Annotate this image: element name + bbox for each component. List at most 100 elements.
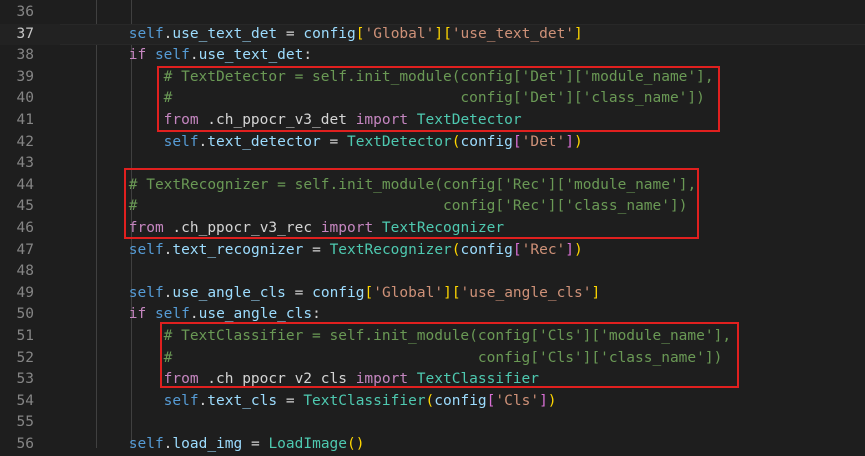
code-token: [ [512,133,522,150]
code-token: text_recognizer [172,241,304,258]
code-token: [ [443,25,452,42]
code-text: # TextClassifier = self.init_module(conf… [164,326,731,348]
code-token: = [242,436,269,452]
code-token: from [163,371,208,388]
code-text: self.text_detector = TextDetector(config… [164,132,583,154]
code-line[interactable]: 44 # TextRecognizer = self.init_module(co… [0,175,865,197]
code-token: = [277,25,304,42]
code-line[interactable]: 38 if self.use_text_det: [0,45,865,67]
code-token: TextRecognizer [329,241,452,258]
code-token: .ch_ppocr_v2_cls [207,371,356,388]
code-token: ) [574,241,583,258]
line-number: 41 [16,112,34,128]
code-token: 'use_angle_cls' [460,284,592,301]
code-token: from [128,220,173,236]
code-line[interactable]: 37 self.use_text_det = config['Global']['… [0,23,865,46]
code-token: TextDetector [416,112,522,128]
code-line[interactable]: 40 # config['Det']['class_name']) [0,88,865,110]
code-token: self [128,25,164,42]
code-token: from [163,112,208,128]
line-number: 38 [16,47,34,64]
code-line[interactable]: 51 # TextClassifier = self.init_module(co… [0,326,865,348]
line-number: 49 [16,284,34,301]
code-token: = [277,392,304,409]
code-line[interactable]: 49 self.use_angle_cls = config['Global'][… [0,283,865,305]
code-line[interactable]: 54 self.text_cls = TextClassifier(config[… [0,391,865,413]
code-token: use_angle_cls [172,284,286,301]
line-number: 36 [16,4,34,20]
code-token: : [312,306,321,323]
code-text: # TextDetector = self.init_module(config… [164,67,714,89]
code-line[interactable]: 48 [0,261,865,283]
code-text: # config['Cls']['class_name']) [164,348,723,370]
code-token: () [347,436,365,452]
line-number: 44 [16,176,34,193]
code-token: self [128,284,164,301]
code-line[interactable]: 43 [0,153,865,175]
code-token: # config['Cls']['class_name']) [163,349,723,366]
code-token: # TextRecognizer = self.init_module(conf… [128,176,697,193]
code-text: from .ch_ppocr_v3_det import TextDetecto… [164,110,522,132]
code-token: import [355,112,417,128]
code-token: if [128,306,155,323]
code-line[interactable]: 56 self.load_img = LoadImage() [0,434,865,456]
code-line[interactable]: 53 from .ch_ppocr_v2_cls import TextClass… [0,369,865,391]
code-line[interactable]: 52 # config['Cls']['class_name']) [0,348,865,370]
code-text: if self.use_text_det: [129,45,312,67]
code-token: . [198,392,208,409]
code-text: # config['Det']['class_name']) [164,88,705,110]
code-text: self.text_cls = TextClassifier(config['C… [164,391,557,413]
code-text: from .ch_ppocr_v2_cls import TextClassif… [164,369,539,391]
code-token: 'Cls' [495,392,540,409]
code-token: ] [434,25,444,42]
code-token: .ch_ppocr_v3_det [207,112,356,128]
code-token: LoadImage [268,436,348,452]
line-number: 53 [16,371,34,388]
code-token: .ch_ppocr_v3_rec [172,220,321,236]
code-token: [ [451,284,461,301]
code-token: # TextDetector = self.init_module(config… [163,68,714,85]
code-token: config [312,284,365,301]
line-number: 46 [16,220,34,236]
code-line[interactable]: 41 from .ch_ppocr_v3_det import TextDetec… [0,110,865,132]
line-number: 45 [16,198,34,215]
line-number: 40 [16,90,34,107]
code-token: . [189,306,199,323]
code-text: self.load_img = LoadImage() [129,434,365,456]
code-token: ) [574,133,583,150]
code-token: = [303,241,330,258]
code-line[interactable]: 50 if self.use_angle_cls: [0,304,865,326]
code-text: self.use_text_det = config['Global']['us… [129,24,583,46]
code-token: import [320,220,382,236]
code-line[interactable]: 42 self.text_detector = TextDetector(conf… [0,132,865,154]
code-token: config [434,392,487,409]
code-text: self.use_angle_cls = config['Global']['u… [129,283,600,305]
code-line[interactable]: 45 # config['Rec']['class_name']) [0,196,865,218]
code-line[interactable]: 47 self.text_recognizer = TextRecognizer(… [0,240,865,262]
code-token: self [128,241,164,258]
code-token: text_detector [207,133,321,150]
code-token: self [163,392,199,409]
code-editor[interactable]: 36 37 self.use_text_det = config['Global']… [0,0,865,452]
code-token: : [303,47,313,64]
line-number: 52 [16,349,34,366]
line-number: 43 [16,155,34,172]
code-text: self.text_recognizer = TextRecognizer(co… [129,240,583,262]
code-token: # config['Det']['class_name']) [163,90,705,107]
line-number: 48 [16,263,34,280]
code-token: config [303,25,356,42]
code-line[interactable]: 36 [0,2,865,24]
code-token: [ [512,241,522,258]
code-line[interactable]: 46 from .ch_ppocr_v3_rec import TextRecog… [0,218,865,240]
code-token: import [355,371,417,388]
code-line[interactable]: 55 [0,412,865,434]
code-text: # TextRecognizer = self.init_module(conf… [129,175,696,197]
code-token: load_img [172,436,243,452]
line-number: 56 [16,436,34,452]
code-token: ] [591,284,601,301]
line-number: 42 [16,133,34,150]
code-text: # config['Rec']['class_name']) [129,196,688,218]
code-line[interactable]: 39 # TextDetector = self.init_module(conf… [0,67,865,89]
code-token: TextRecognizer [381,220,505,236]
code-token: config [460,241,513,258]
